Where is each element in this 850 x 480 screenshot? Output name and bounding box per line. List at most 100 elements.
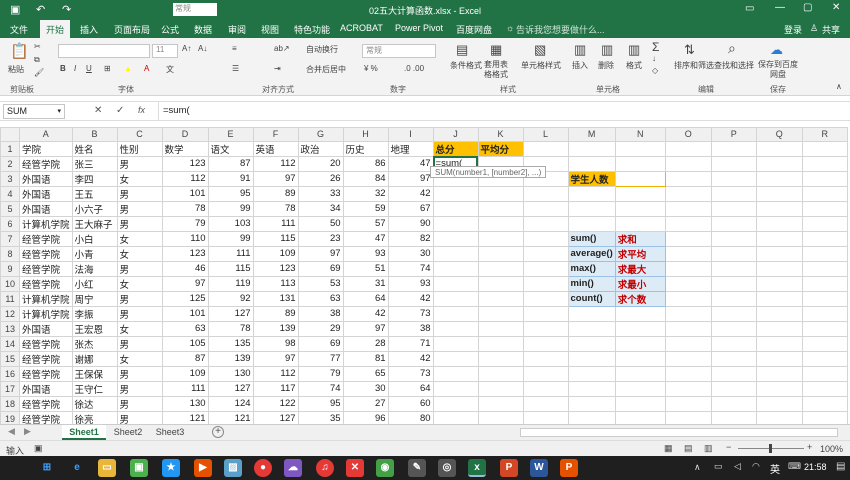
cell[interactable] xyxy=(567,305,616,322)
cell[interactable] xyxy=(522,200,569,217)
data-cell[interactable]: 78 xyxy=(252,200,299,217)
view-normal-icon[interactable]: ▦ xyxy=(664,443,673,454)
cell[interactable] xyxy=(710,140,757,157)
indent-icon[interactable]: ⇥ xyxy=(274,64,281,73)
cell[interactable] xyxy=(614,185,666,202)
function-name[interactable]: max() xyxy=(567,260,616,277)
data-cell[interactable]: 115 xyxy=(252,230,299,247)
data-cell[interactable]: 男 xyxy=(116,290,163,307)
data-cell[interactable]: 123 xyxy=(161,245,209,262)
function-name[interactable]: average() xyxy=(567,245,616,262)
cell[interactable] xyxy=(567,350,616,367)
data-cell[interactable]: 计算机学院 xyxy=(19,290,73,307)
clear-icon[interactable]: ◇ xyxy=(652,66,658,75)
data-cell[interactable]: 87 xyxy=(207,155,254,172)
data-cell[interactable]: 86 xyxy=(342,155,389,172)
data-cell[interactable]: 95 xyxy=(207,185,254,202)
data-cell[interactable]: 42 xyxy=(387,350,434,367)
data-cell[interactable]: 74 xyxy=(297,380,344,397)
row-header[interactable]: 3 xyxy=(0,170,20,187)
data-cell[interactable]: 112 xyxy=(252,365,299,382)
data-cell[interactable]: 经管学院 xyxy=(19,365,73,382)
format-painter-icon[interactable]: 🖌 xyxy=(34,68,44,77)
cell[interactable] xyxy=(522,275,569,292)
data-cell[interactable]: 小红 xyxy=(71,275,118,292)
data-cell[interactable]: 男 xyxy=(116,365,163,382)
sheet-tab-2[interactable]: Sheet2 xyxy=(108,425,148,440)
cell[interactable] xyxy=(567,200,616,217)
column-header-j[interactable]: J xyxy=(432,127,479,142)
data-cell[interactable]: 42 xyxy=(342,305,389,322)
data-cell[interactable]: 125 xyxy=(161,290,209,307)
tab-baidu[interactable]: 百度网盘 xyxy=(456,23,492,36)
cell[interactable] xyxy=(567,380,616,397)
cell[interactable] xyxy=(664,290,712,307)
cell[interactable] xyxy=(664,155,712,172)
data-cell[interactable]: 周宁 xyxy=(71,290,118,307)
cell[interactable] xyxy=(432,260,479,277)
data-cell[interactable]: 46 xyxy=(161,260,209,277)
ribbon-display-icon[interactable]: ▭ xyxy=(745,3,754,14)
data-cell[interactable]: 李振 xyxy=(71,305,118,322)
cell[interactable] xyxy=(567,335,616,352)
insert-function-icon[interactable]: fx xyxy=(138,105,145,115)
data-cell[interactable]: 小白 xyxy=(71,230,118,247)
cell[interactable] xyxy=(522,260,569,277)
tell-me-search[interactable]: 告诉我您想要做什么... xyxy=(516,23,605,36)
data-cell[interactable]: 111 xyxy=(252,215,299,232)
column-header-m[interactable]: M xyxy=(567,127,616,142)
cell[interactable] xyxy=(801,290,848,307)
data-cell[interactable]: 51 xyxy=(342,260,389,277)
data-cell[interactable]: 127 xyxy=(207,305,254,322)
bold-icon[interactable]: B xyxy=(60,64,66,73)
cell[interactable] xyxy=(664,305,712,322)
cell[interactable] xyxy=(614,140,666,157)
powerpoint-icon[interactable]: P xyxy=(500,459,518,477)
data-cell[interactable]: 105 xyxy=(161,335,209,352)
row-header[interactable]: 14 xyxy=(0,335,20,352)
cell[interactable] xyxy=(567,320,616,337)
cell[interactable] xyxy=(432,365,479,382)
data-cell[interactable]: 99 xyxy=(207,230,254,247)
column-header-a[interactable]: A xyxy=(19,127,73,142)
format-button[interactable]: 格式 xyxy=(626,60,642,71)
header-cell[interactable]: 历史 xyxy=(342,140,389,157)
data-cell[interactable]: 李四 xyxy=(71,170,118,187)
data-cell[interactable]: 王保保 xyxy=(71,365,118,382)
next-sheet-icon[interactable]: ▶ xyxy=(24,426,31,437)
cell[interactable] xyxy=(614,215,666,232)
cell[interactable] xyxy=(801,185,848,202)
cell[interactable] xyxy=(664,140,712,157)
view-break-icon[interactable]: ▥ xyxy=(704,443,713,454)
row-header[interactable]: 5 xyxy=(0,200,20,217)
cell[interactable] xyxy=(614,155,666,172)
cell[interactable] xyxy=(755,200,803,217)
row-header[interactable]: 2 xyxy=(0,155,20,172)
data-cell[interactable]: 130 xyxy=(161,395,209,412)
cell[interactable] xyxy=(801,155,848,172)
cell[interactable] xyxy=(710,275,757,292)
cell[interactable] xyxy=(522,185,569,202)
cell[interactable] xyxy=(614,395,666,412)
table-format-button[interactable]: 套用表格格式 xyxy=(484,60,514,80)
select-all-corner[interactable] xyxy=(0,127,20,142)
data-cell[interactable]: 97 xyxy=(252,350,299,367)
cell[interactable] xyxy=(477,305,524,322)
merge-center-button[interactable]: 合并后居中 xyxy=(306,64,346,75)
cell[interactable] xyxy=(664,395,712,412)
cell[interactable] xyxy=(801,215,848,232)
column-header-e[interactable]: E xyxy=(207,127,254,142)
tab-home[interactable]: 开始 xyxy=(40,20,71,38)
row-header[interactable]: 1 xyxy=(0,140,20,157)
data-cell[interactable]: 124 xyxy=(207,395,254,412)
cell[interactable] xyxy=(614,335,666,352)
row-header[interactable]: 7 xyxy=(0,230,20,247)
cell[interactable] xyxy=(432,350,479,367)
cell[interactable] xyxy=(477,200,524,217)
cell[interactable] xyxy=(432,230,479,247)
sheet-tab-1[interactable]: Sheet1 xyxy=(62,425,106,440)
header-cell[interactable]: 姓名 xyxy=(71,140,118,157)
fill-color-icon[interactable]: ▲ xyxy=(124,64,132,73)
baidu-cloud-icon[interactable]: ☁ xyxy=(770,42,783,58)
function-desc[interactable]: 求和 xyxy=(614,230,666,247)
